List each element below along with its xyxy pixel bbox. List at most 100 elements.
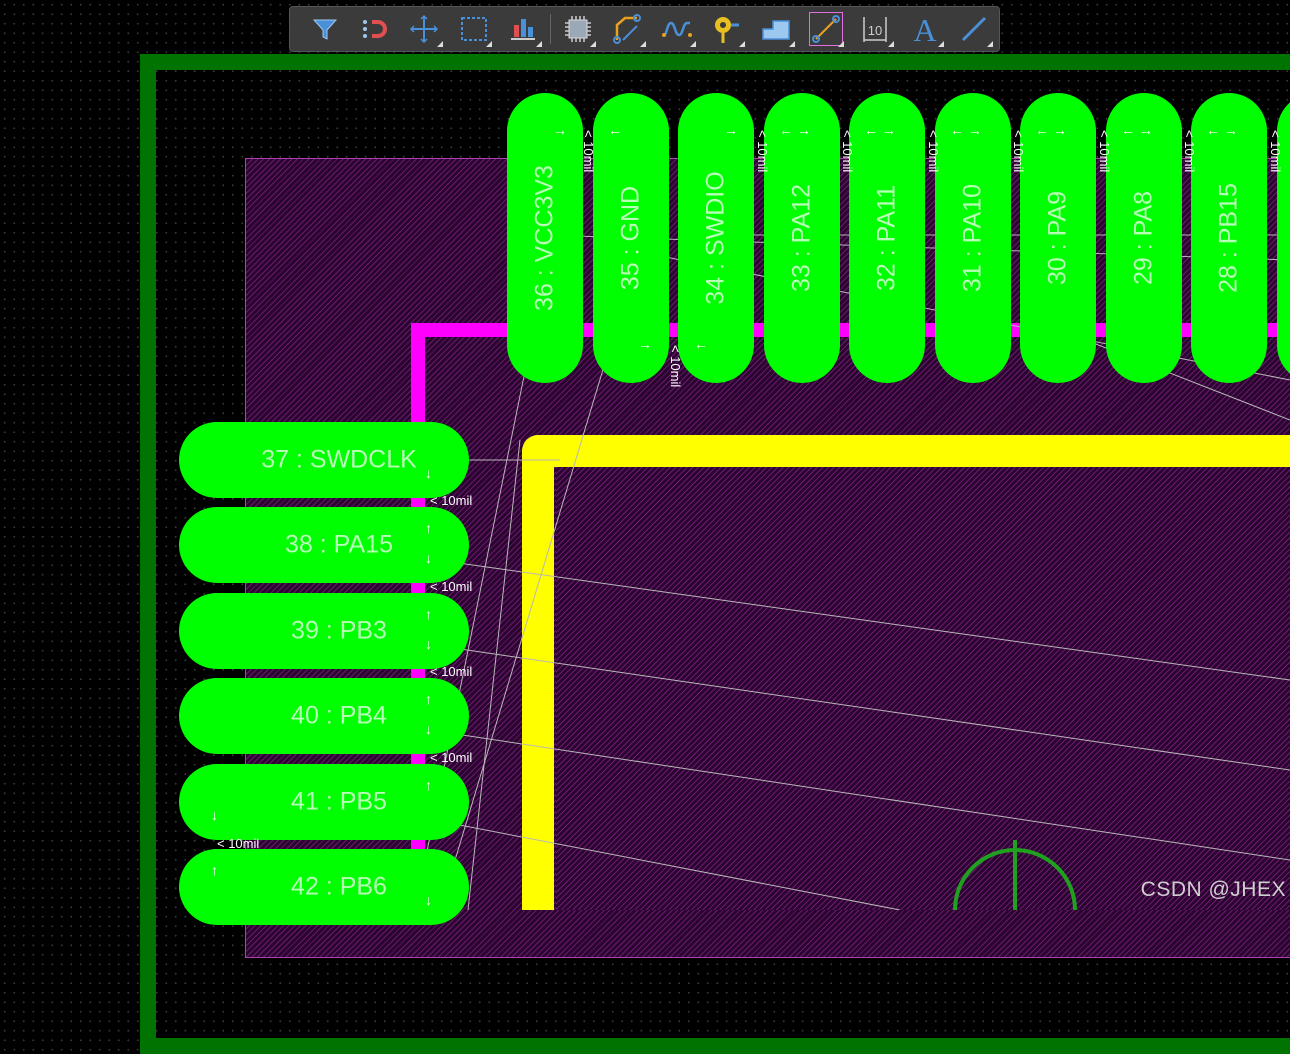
pad-36[interactable]: 36 : VCC3V3	[507, 93, 583, 383]
pad-label: 35 : GND	[616, 185, 645, 291]
arrow-up-icon: ↑	[425, 520, 432, 536]
arrow-down-icon: ↓	[425, 465, 432, 481]
arrow-lr-icon: ← →	[864, 122, 896, 138]
pad-label: 36 : VCC3V3	[530, 165, 559, 311]
pad-label: 40 : PB4	[291, 701, 387, 730]
pad-label: 38 : PA15	[285, 530, 393, 559]
text-icon: A	[913, 13, 936, 45]
clearance-rule-label: < 10mil	[430, 493, 473, 508]
pad-label: 29 : PA8	[1129, 190, 1158, 286]
clearance-rule-label: < 10mil	[755, 130, 770, 173]
interactive-route-button[interactable]	[652, 9, 702, 49]
select-button[interactable]	[449, 9, 499, 49]
track-button[interactable]	[801, 9, 851, 49]
arrow-up-icon: ↑	[425, 777, 432, 793]
pad-42[interactable]: 42 : PB6	[179, 849, 469, 925]
dropdown-indicator	[486, 41, 493, 47]
clearance-rule-label: < 10mil	[217, 836, 260, 851]
pad-label: 30 : PA9	[1043, 190, 1072, 286]
arrow-lr-icon: ← →	[1035, 122, 1067, 138]
clearance-rule-label: < 10mil	[430, 579, 473, 594]
pad-label: 31 : PA10	[958, 184, 987, 292]
dropdown-indicator	[739, 41, 746, 47]
move-button[interactable]	[399, 9, 449, 49]
pad-label: 42 : PB6	[291, 872, 387, 901]
clearance-rule-label: < 10mil	[581, 130, 596, 173]
pad-label: 41 : PB5	[291, 787, 387, 816]
clearance-rule-label: < 10mil	[1097, 130, 1112, 173]
toolbar-separator	[549, 14, 551, 44]
arrow-down-icon: ↓	[425, 721, 432, 737]
pad-label: 33 : PA12	[787, 184, 816, 292]
dropdown-indicator	[887, 41, 894, 47]
pad-label: 37 : SWDCLK	[261, 445, 417, 474]
arrow-lr-icon: ← →	[950, 122, 982, 138]
arrow-lr-icon: ← →	[1206, 122, 1238, 138]
pad-37[interactable]: 37 : SWDCLK	[179, 422, 469, 498]
pad-label: 32 : PA11	[872, 184, 901, 292]
pad-label: 28 : PB15	[1214, 183, 1243, 293]
clearance-rule-label: < 10mil	[1011, 130, 1026, 173]
interactive-route-icon	[661, 21, 692, 37]
move-crosshair-icon	[409, 14, 438, 44]
active-bar-toolbar: 10 A	[289, 6, 1000, 52]
polygon-pour-button[interactable]	[751, 9, 801, 49]
filter-button[interactable]	[300, 9, 350, 49]
polygon-pour-icon	[762, 20, 790, 40]
via-button[interactable]	[702, 9, 752, 49]
dropdown-indicator	[788, 41, 795, 47]
dropdown-indicator	[535, 41, 542, 47]
line-button[interactable]	[950, 9, 1000, 49]
clearance-rule-label: < 10mil	[668, 345, 683, 388]
text-button[interactable]: A	[900, 9, 950, 49]
arrow-right-icon: →	[553, 122, 567, 138]
dimension-icon: 10	[863, 17, 887, 42]
dropdown-indicator	[590, 41, 597, 47]
arrow-down-icon: ↓	[425, 550, 432, 566]
dropdown-indicator	[937, 41, 944, 47]
arrow-down-icon: ↓	[211, 807, 218, 823]
pad-label: 39 : PB3	[291, 616, 387, 645]
arrow-lr-icon: ← →	[1121, 122, 1153, 138]
arrow-up-icon: ↑	[425, 691, 432, 707]
watermark: CSDN @JHEX	[1140, 878, 1286, 901]
dropdown-indicator	[436, 41, 443, 47]
dropdown-indicator	[987, 41, 994, 47]
pad-39[interactable]: 39 : PB3	[179, 593, 469, 669]
clearance-rule-label: < 10mil	[840, 130, 855, 173]
arrow-lr-icon: ← →	[779, 122, 811, 138]
snap-button[interactable]	[350, 9, 400, 49]
pad-35[interactable]: 35 : GND	[593, 93, 669, 383]
pad-40[interactable]: 40 : PB4	[179, 678, 469, 754]
arrow-up-icon: ↑	[425, 606, 432, 622]
pad-41[interactable]: 41 : PB5	[179, 764, 469, 840]
via-icon	[715, 17, 740, 43]
arrow-right-icon: →	[724, 122, 738, 138]
filter-icon	[312, 19, 337, 40]
dimension-button[interactable]: 10	[850, 9, 900, 49]
component-button[interactable]	[553, 9, 603, 49]
snap-magnet-icon	[363, 20, 388, 38]
text-icon-label: A	[913, 13, 936, 45]
pad-label: 34 : SWDIO	[701, 171, 730, 305]
arrow-down-icon: ↓	[425, 636, 432, 652]
select-rect-icon	[460, 17, 487, 41]
line-icon	[962, 16, 987, 42]
arrow-left-icon: ←	[608, 122, 622, 138]
route-button[interactable]	[602, 9, 652, 49]
component-icon	[564, 16, 591, 42]
pad-38[interactable]: 38 : PA15	[179, 507, 469, 583]
pad-34[interactable]: 34 : SWDIO	[678, 93, 754, 383]
arrow-right-icon: →	[638, 336, 652, 352]
dimension-icon-label: 10	[868, 23, 882, 38]
dropdown-indicator	[689, 41, 696, 47]
arrow-up-icon: ↑	[211, 862, 218, 878]
clearance-rule-label: < 10mil	[926, 130, 941, 173]
dropdown-indicator	[838, 41, 845, 47]
dropdown-indicator	[640, 41, 647, 47]
clearance-rule-label: < 10mil	[430, 664, 473, 679]
arrow-down-icon: ↓	[425, 892, 432, 908]
clearance-rule-label: < 10mil	[1182, 130, 1197, 173]
align-button[interactable]	[498, 9, 548, 49]
align-icon	[511, 19, 536, 40]
